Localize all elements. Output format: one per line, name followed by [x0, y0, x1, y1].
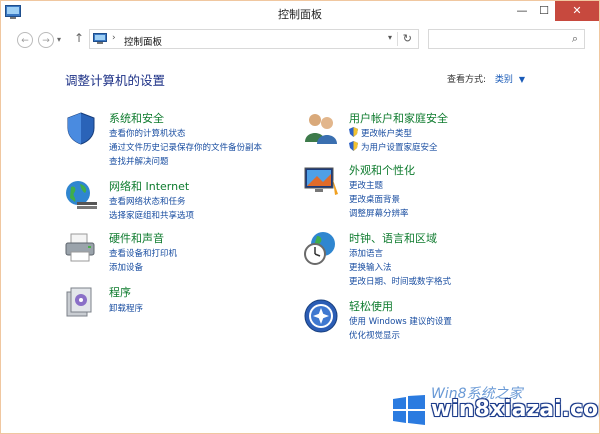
- task-link[interactable]: 更换输入法: [349, 261, 392, 273]
- maximize-button[interactable]: ☐: [531, 1, 557, 21]
- recent-dropdown-icon[interactable]: ▾: [57, 35, 61, 44]
- up-button[interactable]: ↑: [74, 31, 84, 45]
- task-link-label: 为用户设置家庭安全: [361, 143, 438, 153]
- view-by: 查看方式: 类别 ▼: [447, 72, 525, 85]
- category-system-security: 系统和安全 查看你的计算机状态 通过文件历史记录保存你的文件备份副本 查找并解决…: [63, 110, 293, 170]
- category-ease-of-access: 轻松使用 使用 Windows 建议的设置 优化视觉显示: [303, 298, 553, 346]
- category-network-internet: 网络和 Internet 查看网络状态和任务 选择家庭组和共享选项: [63, 178, 293, 226]
- category-clock-language-region: 时钟、语言和区域 添加语言 更换输入法 更改日期、时间或数字格式: [303, 230, 553, 292]
- watermark: Win8系统之家 win8xiazai.com: [383, 383, 599, 433]
- clock-globe-icon[interactable]: [303, 230, 339, 266]
- category-hardware-sound: 硬件和声音 查看设备和打印机 添加设备: [63, 230, 293, 278]
- printer-hardware-icon[interactable]: [63, 230, 99, 266]
- search-input[interactable]: ⌕: [428, 29, 585, 49]
- view-by-label: 查看方式:: [447, 75, 487, 85]
- category-title[interactable]: 网络和 Internet: [109, 178, 189, 194]
- address-divider: [397, 32, 398, 46]
- category-title[interactable]: 硬件和声音: [109, 230, 164, 246]
- task-link[interactable]: 更改日期、时间或数字格式: [349, 275, 451, 287]
- category-programs: 程序 卸载程序: [63, 284, 293, 324]
- window: 控制面板 — ☐ ✕ ← → ▾ ↑ › 控制面板 ▾ ↻ ⌕ 调整计算机的设置…: [0, 0, 600, 434]
- breadcrumb-control-panel[interactable]: 控制面板: [124, 34, 162, 48]
- ease-of-access-icon[interactable]: [303, 298, 339, 334]
- search-icon[interactable]: ⌕: [572, 32, 578, 46]
- windows-logo-icon: [393, 395, 425, 425]
- view-by-caret-icon[interactable]: ▼: [519, 75, 525, 84]
- uac-shield-icon: [349, 141, 358, 151]
- navigation-bar: ← → ▾ ↑ › 控制面板 ▾ ↻ ⌕: [1, 25, 599, 55]
- uac-shield-icon: [349, 127, 358, 137]
- address-dropdown-icon[interactable]: ▾: [388, 33, 392, 42]
- task-link[interactable]: 查找并解决问题: [109, 155, 169, 167]
- close-button[interactable]: ✕: [555, 1, 599, 21]
- watermark-text: win8xiazai.com: [431, 397, 599, 422]
- task-link[interactable]: 为用户设置家庭安全: [349, 141, 438, 153]
- title-bar: 控制面板 — ☐ ✕: [1, 1, 599, 25]
- programs-icon[interactable]: [63, 284, 99, 320]
- task-link[interactable]: 添加语言: [349, 247, 383, 259]
- task-link[interactable]: 调整屏幕分辨率: [349, 207, 409, 219]
- refresh-button[interactable]: ↻: [403, 32, 412, 45]
- task-link[interactable]: 添加设备: [109, 261, 143, 273]
- address-bar[interactable]: › 控制面板 ▾ ↻: [89, 29, 419, 49]
- page-title: 调整计算机的设置: [65, 73, 166, 88]
- breadcrumb-separator: ›: [112, 33, 116, 43]
- view-by-dropdown[interactable]: 类别: [495, 75, 513, 85]
- task-link[interactable]: 查看你的计算机状态: [109, 127, 186, 139]
- task-link[interactable]: 更改主题: [349, 179, 383, 191]
- task-link[interactable]: 查看设备和打印机: [109, 247, 177, 259]
- category-title[interactable]: 轻松使用: [349, 298, 393, 314]
- task-link[interactable]: 通过文件历史记录保存你的文件备份副本: [109, 141, 262, 153]
- network-globe-icon[interactable]: [63, 178, 99, 214]
- forward-button[interactable]: →: [38, 32, 54, 48]
- task-link[interactable]: 优化视觉显示: [349, 329, 400, 341]
- category-appearance: 外观和个性化 更改主题 更改桌面背景 调整屏幕分辨率: [303, 162, 553, 222]
- task-link[interactable]: 查看网络状态和任务: [109, 195, 186, 207]
- category-title[interactable]: 时钟、语言和区域: [349, 230, 437, 246]
- control-panel-icon: [93, 33, 107, 44]
- shield-system-icon[interactable]: [63, 110, 99, 146]
- category-user-accounts: 用户帐户和家庭安全 更改帐户类型 为用户设置家庭安全: [303, 110, 553, 160]
- task-link[interactable]: 使用 Windows 建议的设置: [349, 315, 452, 327]
- users-icon[interactable]: [303, 110, 339, 146]
- category-title[interactable]: 用户帐户和家庭安全: [349, 110, 448, 126]
- category-title[interactable]: 外观和个性化: [349, 162, 415, 178]
- task-link[interactable]: 更改桌面背景: [349, 193, 400, 205]
- task-link[interactable]: 选择家庭组和共享选项: [109, 209, 194, 221]
- category-title[interactable]: 程序: [109, 284, 131, 300]
- appearance-icon[interactable]: [303, 162, 339, 198]
- task-link[interactable]: 更改帐户类型: [349, 127, 412, 139]
- back-button[interactable]: ←: [17, 32, 33, 48]
- category-title[interactable]: 系统和安全: [109, 110, 164, 126]
- task-link-label: 更改帐户类型: [361, 129, 413, 139]
- task-link[interactable]: 卸载程序: [109, 302, 143, 314]
